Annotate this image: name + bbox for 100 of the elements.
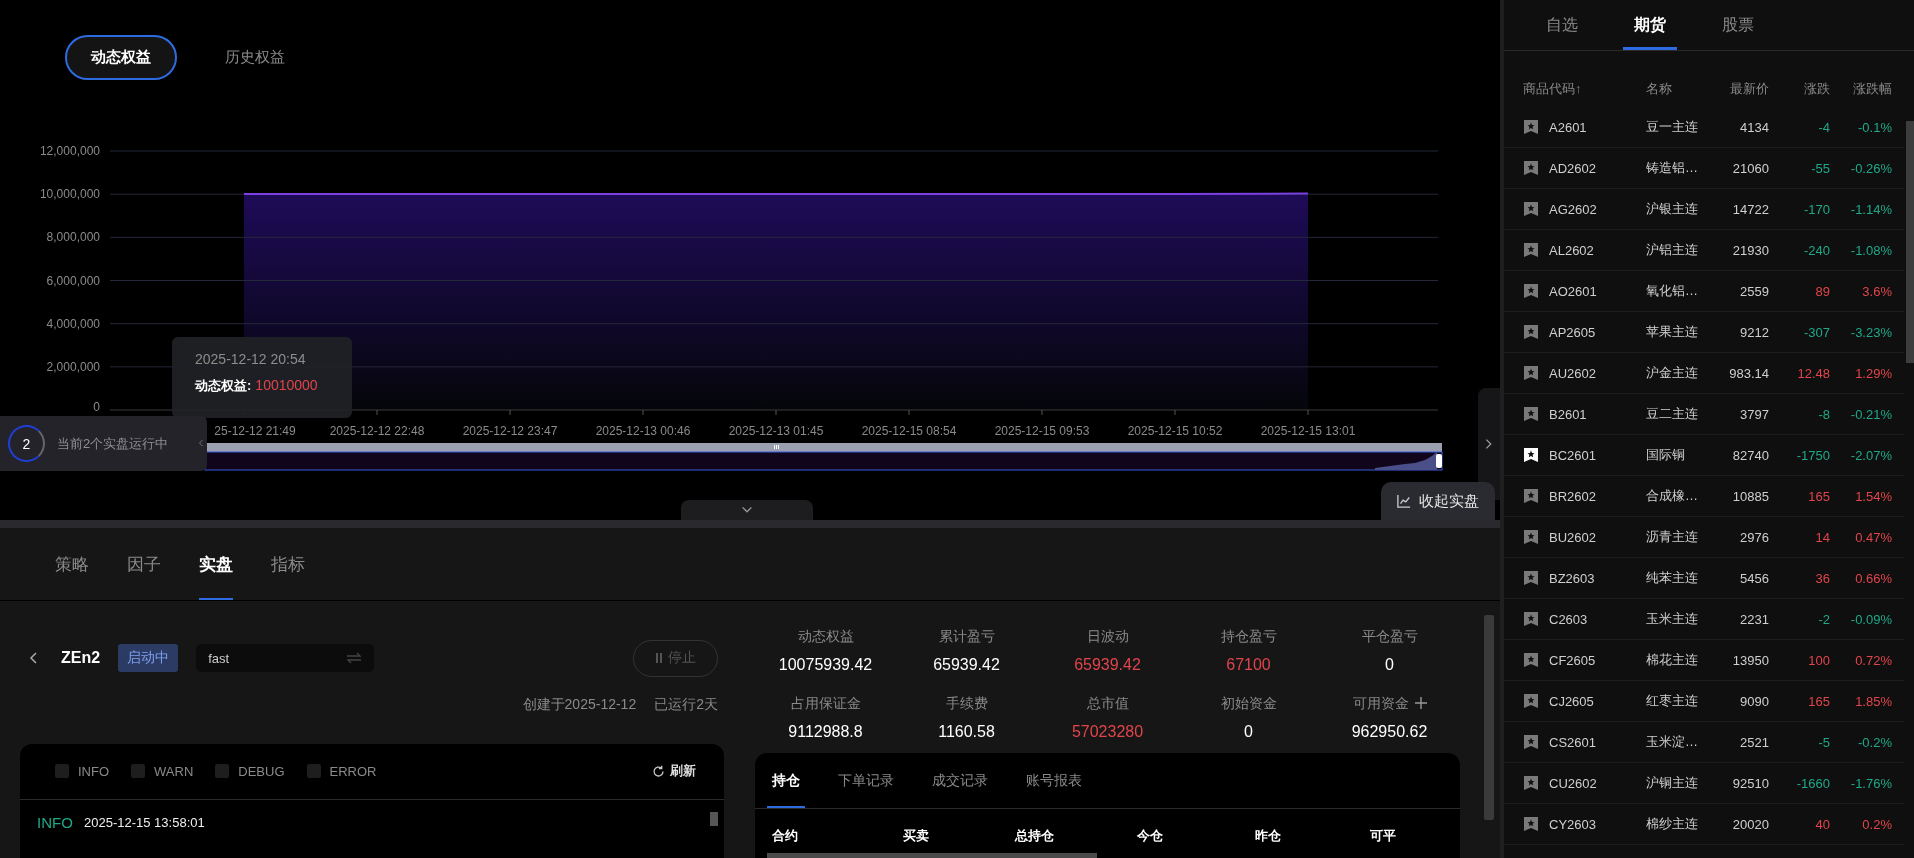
quote-row[interactable]: AP2605 苹果主连 9212 -307 -3.23% (1504, 312, 1904, 353)
bookmark-star-icon[interactable] (1523, 365, 1539, 381)
market-tab[interactable]: 自选 (1535, 0, 1589, 50)
quote-row[interactable]: AG2602 沪银主连 14722 -170 -1.14% (1504, 189, 1904, 230)
quote-row[interactable]: BU2602 沥青主连 2976 14 0.47% (1504, 517, 1904, 558)
filter-label: DEBUG (238, 763, 285, 779)
bookmark-star-icon[interactable] (1523, 775, 1539, 791)
column-header[interactable]: 商品代码↑ (1523, 80, 1646, 98)
bookmark-star-icon[interactable] (1523, 652, 1539, 668)
tooltip-value: 10010000 (255, 377, 318, 395)
bookmark-star-icon[interactable] (1523, 406, 1539, 422)
quote-row[interactable]: AL2602 沪铝主连 21930 -240 -1.08% (1504, 230, 1904, 271)
market-tab[interactable]: 股票 (1711, 0, 1765, 50)
bookmark-star-icon[interactable] (1523, 488, 1539, 504)
quote-row[interactable]: AD2602 铸造铝… 21060 -55 -0.26% (1504, 148, 1904, 189)
bookmark-star-icon[interactable] (1523, 119, 1539, 135)
contract-name: 棉花主连 (1646, 651, 1699, 669)
contract-name: 纯苯主连 (1646, 569, 1699, 587)
contract-name: 玉米淀… (1646, 733, 1699, 751)
contract-code: AL2602 (1549, 242, 1595, 258)
bookmark-star-icon[interactable] (1523, 734, 1539, 750)
quote-row[interactable]: CU2602 沪铜主连 92510 -1660 -1.76% (1504, 763, 1904, 804)
quote-row[interactable]: AU2602 沪金主连 983.14 12.48 1.29% (1504, 353, 1904, 394)
horizontal-scrollbar[interactable] (767, 853, 1097, 858)
price-change: -240 (1802, 242, 1830, 258)
quote-row[interactable]: BC2601 国际铜 82740 -1750 -2.07% (1504, 435, 1904, 476)
filter-label: INFO (78, 763, 110, 779)
contract-code: AO2601 (1549, 283, 1598, 299)
quote-row[interactable]: CY2603 棉纱主连 20020 40 0.2% (1504, 804, 1904, 845)
checkbox[interactable] (55, 764, 69, 779)
change-percent: 3.6% (1861, 283, 1892, 299)
plus-icon[interactable] (1414, 697, 1427, 709)
stat-value: 962950.62 (1351, 722, 1428, 742)
bookmark-star-icon[interactable] (1523, 283, 1539, 299)
quote-row[interactable]: C2603 玉米主连 2231 -2 -0.09% (1504, 599, 1904, 640)
section-tab[interactable]: 实盘 (199, 528, 233, 600)
section-tab[interactable]: 指标 (271, 528, 305, 600)
bookmark-star-icon[interactable] (1523, 242, 1539, 258)
contract-code: CY2603 (1549, 816, 1597, 832)
last-price: 2976 (1739, 529, 1769, 545)
last-price: 2521 (1739, 734, 1769, 750)
price-change: -1660 (1795, 775, 1830, 791)
market-tab[interactable]: 期货 (1623, 0, 1677, 50)
positions-tab[interactable]: 账号报表 (1021, 753, 1087, 808)
bookmark-star-icon[interactable] (1523, 160, 1539, 176)
refresh-icon (652, 764, 665, 778)
scrollbar[interactable] (710, 811, 718, 826)
bookmark-star-icon[interactable] (1523, 529, 1539, 545)
stat-label: 占用保证金 (790, 694, 861, 713)
quote-row[interactable]: CJ2605 红枣主连 9090 165 1.85% (1504, 681, 1904, 722)
section-tab[interactable]: 因子 (127, 528, 161, 600)
stat-label: 持仓盈亏 (1220, 627, 1277, 646)
mode-select[interactable]: fast (196, 644, 375, 673)
stat-label: 平仓盈亏 (1361, 627, 1418, 646)
quote-row[interactable]: AO2601 氧化铝… 2559 89 3.6% (1504, 271, 1904, 312)
quote-row[interactable]: CS2601 玉米淀… 2521 -5 -0.2% (1504, 722, 1904, 763)
stat-value: 9112988.8 (788, 722, 863, 742)
filter-label: ERROR (329, 763, 377, 779)
stat-value: 0 (1244, 722, 1253, 742)
quote-row[interactable]: CF2605 棉花主连 13950 100 0.72% (1504, 640, 1904, 681)
column-header: 可平 (1370, 827, 1397, 845)
axis-label: 2025-12-15 09:53 (994, 424, 1090, 438)
contract-code: AD2602 (1549, 160, 1597, 176)
quote-row[interactable]: A2601 豆一主连 4134 -4 -0.1% (1504, 107, 1904, 148)
bookmark-star-icon[interactable] (1523, 447, 1539, 463)
running-days: 已运行2天 (654, 695, 718, 714)
section-tab[interactable]: 策略 (55, 528, 89, 600)
bookmark-star-icon[interactable] (1523, 570, 1539, 586)
column-header: 涨跌幅 (1852, 80, 1892, 98)
stat-value: 67100 (1226, 655, 1271, 675)
checkbox[interactable] (131, 764, 146, 779)
positions-tab[interactable]: 下单记录 (833, 753, 899, 808)
last-price: 2559 (1739, 283, 1769, 299)
stat-value: 65939.42 (933, 655, 1000, 675)
price-change: -1750 (1795, 447, 1830, 463)
quote-row[interactable]: BR2602 合成橡… 10885 165 1.54% (1504, 476, 1904, 517)
price-change: 165 (1807, 693, 1830, 709)
price-change: -2 (1817, 611, 1830, 627)
scrollbar[interactable] (1906, 121, 1914, 363)
positions-tab[interactable]: 持仓 (767, 753, 805, 808)
scrollbar[interactable] (1484, 615, 1494, 820)
change-percent: -0.09% (1849, 611, 1892, 627)
checkbox[interactable] (306, 764, 321, 779)
bookmark-star-icon[interactable] (1523, 611, 1539, 627)
equity-tab[interactable]: 历史权益 (199, 35, 311, 80)
last-price: 983.14 (1728, 365, 1769, 381)
positions-tab[interactable]: 成交记录 (927, 753, 993, 808)
bookmark-star-icon[interactable] (1523, 693, 1539, 709)
collapse-button[interactable]: 收起实盘 (1381, 482, 1495, 520)
quote-row[interactable]: B2601 豆二主连 3797 -8 -0.21% (1504, 394, 1904, 435)
quote-row[interactable]: BZ2603 纯苯主连 5456 36 0.66% (1504, 558, 1904, 599)
checkbox[interactable] (215, 764, 230, 779)
filter-label: WARN (154, 763, 194, 779)
range-slider[interactable] (204, 443, 1443, 471)
equity-tab[interactable]: 动态权益 (65, 35, 177, 80)
refresh-button[interactable]: 刷新 (652, 762, 696, 781)
bookmark-star-icon[interactable] (1523, 201, 1539, 217)
bookmark-star-icon[interactable] (1523, 816, 1539, 832)
bookmark-star-icon[interactable] (1523, 324, 1539, 340)
stat-label: 日波动 (1086, 627, 1129, 646)
